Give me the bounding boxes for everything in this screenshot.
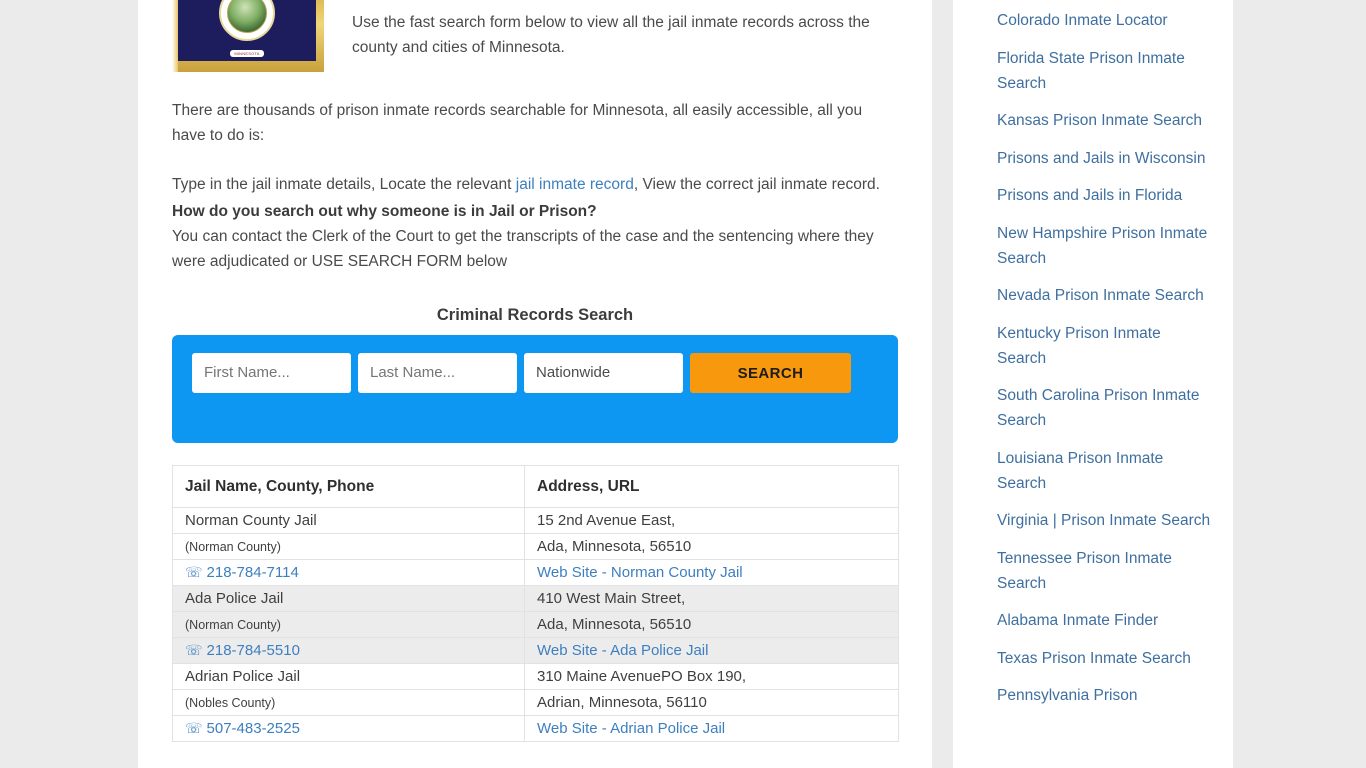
sidebar-link-10[interactable]: Virginia | Prison Inmate Search xyxy=(997,508,1211,533)
main-content-column: MINNESOTA Use the fast search form below… xyxy=(138,0,932,768)
address-line1-cell: 310 Maine AvenuePO Box 190, xyxy=(524,663,899,690)
sidebar-link-12[interactable]: Alabama Inmate Finder xyxy=(997,608,1211,633)
table-row: ☏ 218-784-7114 Web Site - Norman County Ja… xyxy=(172,559,899,586)
criminal-records-search-heading: Criminal Records Search xyxy=(436,306,634,324)
address-line1-cell: 15 2nd Avenue East, xyxy=(524,507,899,534)
list-item: South Carolina Prison Inmate Search xyxy=(997,383,1211,433)
list-item: Texas Prison Inmate Search xyxy=(997,646,1211,671)
table-row: (Norman County) Ada, Minnesota, 56510 xyxy=(172,611,899,638)
county-cell: (Nobles County) xyxy=(172,689,525,716)
sidebar-link-14[interactable]: Pennsylvania Prison xyxy=(997,683,1211,708)
intro-row: MINNESOTA Use the fast search form below… xyxy=(172,0,898,72)
table-row: Adrian Police Jail 310 Maine AvenuePO Box… xyxy=(172,663,899,690)
search-answer-text: You can contact the Clerk of the Court t… xyxy=(172,228,874,270)
paragraph-2-prefix: Type in the jail inmate details, Locate … xyxy=(172,176,516,193)
list-item: Prisons and Jails in Florida xyxy=(997,183,1211,208)
table-row: ☏ 218-784-5510 Web Site - Ada Police Jail xyxy=(172,637,899,664)
sidebar-link-7[interactable]: Kentucky Prison Inmate Search xyxy=(997,321,1211,371)
search-question-heading: How do you search out why someone is in … xyxy=(172,203,597,220)
first-name-input[interactable] xyxy=(192,353,351,393)
column-divider xyxy=(932,0,953,768)
sidebar-link-1[interactable]: Florida State Prison Inmate Search xyxy=(997,46,1211,96)
address-line2-cell: Ada, Minnesota, 56510 xyxy=(524,533,899,560)
jail-table-body: Norman County Jail 15 2nd Avenue East, (No… xyxy=(172,507,899,742)
column-header-jail-name: Jail Name, County, Phone xyxy=(172,465,525,508)
column-header-address: Address, URL xyxy=(524,465,899,508)
table-header-row: Jail Name, County, Phone Address, URL xyxy=(172,465,899,508)
search-button[interactable]: SEARCH xyxy=(690,353,851,393)
website-cell: Web Site - Ada Police Jail xyxy=(524,637,899,664)
telephone-icon: ☏ xyxy=(185,720,203,736)
list-item: Pennsylvania Prison xyxy=(997,683,1211,708)
sidebar-link-9[interactable]: Louisiana Prison Inmate Search xyxy=(997,446,1211,496)
address-line2-cell: Ada, Minnesota, 56510 xyxy=(524,611,899,638)
sidebar-link-4[interactable]: Prisons and Jails in Florida xyxy=(997,183,1211,208)
criminal-records-search-form: Nationwide SEARCH xyxy=(172,335,898,443)
address-line2-cell: Adrian, Minnesota, 56110 xyxy=(524,689,899,716)
website-cell: Web Site - Adrian Police Jail xyxy=(524,715,899,742)
phone-link[interactable]: 507-483-2525 xyxy=(207,720,300,737)
jail-records-table: Jail Name, County, Phone Address, URL No… xyxy=(172,465,899,742)
telephone-icon: ☏ xyxy=(185,642,203,658)
list-item: Nevada Prison Inmate Search xyxy=(997,283,1211,308)
jail-name-cell: Adrian Police Jail xyxy=(172,663,525,690)
jail-name-cell: Norman County Jail xyxy=(172,507,525,534)
list-item: Kansas Prison Inmate Search xyxy=(997,108,1211,133)
intro-paragraph-2: Type in the jail inmate details, Locate … xyxy=(172,172,898,274)
last-name-input[interactable] xyxy=(358,353,517,393)
sidebar-link-5[interactable]: New Hampshire Prison Inmate Search xyxy=(997,221,1211,271)
phone-cell: ☏ 507-483-2525 xyxy=(172,715,525,742)
phone-link[interactable]: 218-784-5510 xyxy=(207,642,300,659)
list-item: Florida State Prison Inmate Search xyxy=(997,46,1211,96)
sidebar-link-8[interactable]: South Carolina Prison Inmate Search xyxy=(997,383,1211,433)
table-row: (Nobles County) Adrian, Minnesota, 56110 xyxy=(172,689,899,716)
jail-inmate-record-link[interactable]: jail inmate record xyxy=(516,176,634,193)
table-row: Norman County Jail 15 2nd Avenue East, xyxy=(172,507,899,534)
list-item: Kentucky Prison Inmate Search xyxy=(997,321,1211,371)
flag-seal-label: MINNESOTA xyxy=(230,50,264,57)
website-cell: Web Site - Norman County Jail xyxy=(524,559,899,586)
page-root: MINNESOTA Use the fast search form below… xyxy=(0,0,1366,768)
sidebar-link-0[interactable]: Colorado Inmate Locator xyxy=(997,8,1211,33)
list-item: Tennessee Prison Inmate Search xyxy=(997,546,1211,596)
phone-cell: ☏ 218-784-5510 xyxy=(172,637,525,664)
sidebar-column: Colorado Inmate Locator Florida State Pri… xyxy=(953,0,1233,768)
intro-paragraph-1: There are thousands of prison inmate rec… xyxy=(172,102,863,144)
list-item: Colorado Inmate Locator xyxy=(997,8,1211,33)
sidebar-link-2[interactable]: Kansas Prison Inmate Search xyxy=(997,108,1211,133)
minnesota-flag-image: MINNESOTA xyxy=(172,0,324,72)
table-row: Ada Police Jail 410 West Main Street, xyxy=(172,585,899,612)
intro-lead-text: Use the fast search form below to view a… xyxy=(352,14,870,56)
phone-link[interactable]: 218-784-7114 xyxy=(207,564,299,581)
sidebar-link-6[interactable]: Nevada Prison Inmate Search xyxy=(997,283,1211,308)
address-line1-cell: 410 West Main Street, xyxy=(524,585,899,612)
table-row: (Norman County) Ada, Minnesota, 56510 xyxy=(172,533,899,560)
table-row: ☏ 507-483-2525 Web Site - Adrian Police Ja… xyxy=(172,715,899,742)
list-item: Virginia | Prison Inmate Search xyxy=(997,508,1211,533)
state-select[interactable]: Nationwide xyxy=(524,353,683,393)
sidebar-link-3[interactable]: Prisons and Jails in Wisconsin xyxy=(997,146,1211,171)
sidebar-link-11[interactable]: Tennessee Prison Inmate Search xyxy=(997,546,1211,596)
website-link[interactable]: Web Site - Norman County Jail xyxy=(537,564,743,581)
county-cell: (Norman County) xyxy=(172,611,525,638)
website-link[interactable]: Web Site - Adrian Police Jail xyxy=(537,720,725,737)
phone-cell: ☏ 218-784-7114 xyxy=(172,559,525,586)
list-item: Prisons and Jails in Wisconsin xyxy=(997,146,1211,171)
county-cell: (Norman County) xyxy=(172,533,525,560)
list-item: New Hampshire Prison Inmate Search xyxy=(997,221,1211,271)
jail-name-cell: Ada Police Jail xyxy=(172,585,525,612)
telephone-icon: ☏ xyxy=(185,564,203,580)
paragraph-2-suffix: , View the correct jail inmate record. xyxy=(633,176,880,193)
list-item: Louisiana Prison Inmate Search xyxy=(997,446,1211,496)
sidebar-links-list: Colorado Inmate Locator Florida State Pri… xyxy=(953,0,1233,708)
sidebar-link-13[interactable]: Texas Prison Inmate Search xyxy=(997,646,1211,671)
list-item: Alabama Inmate Finder xyxy=(997,608,1211,633)
website-link[interactable]: Web Site - Ada Police Jail xyxy=(537,642,708,659)
